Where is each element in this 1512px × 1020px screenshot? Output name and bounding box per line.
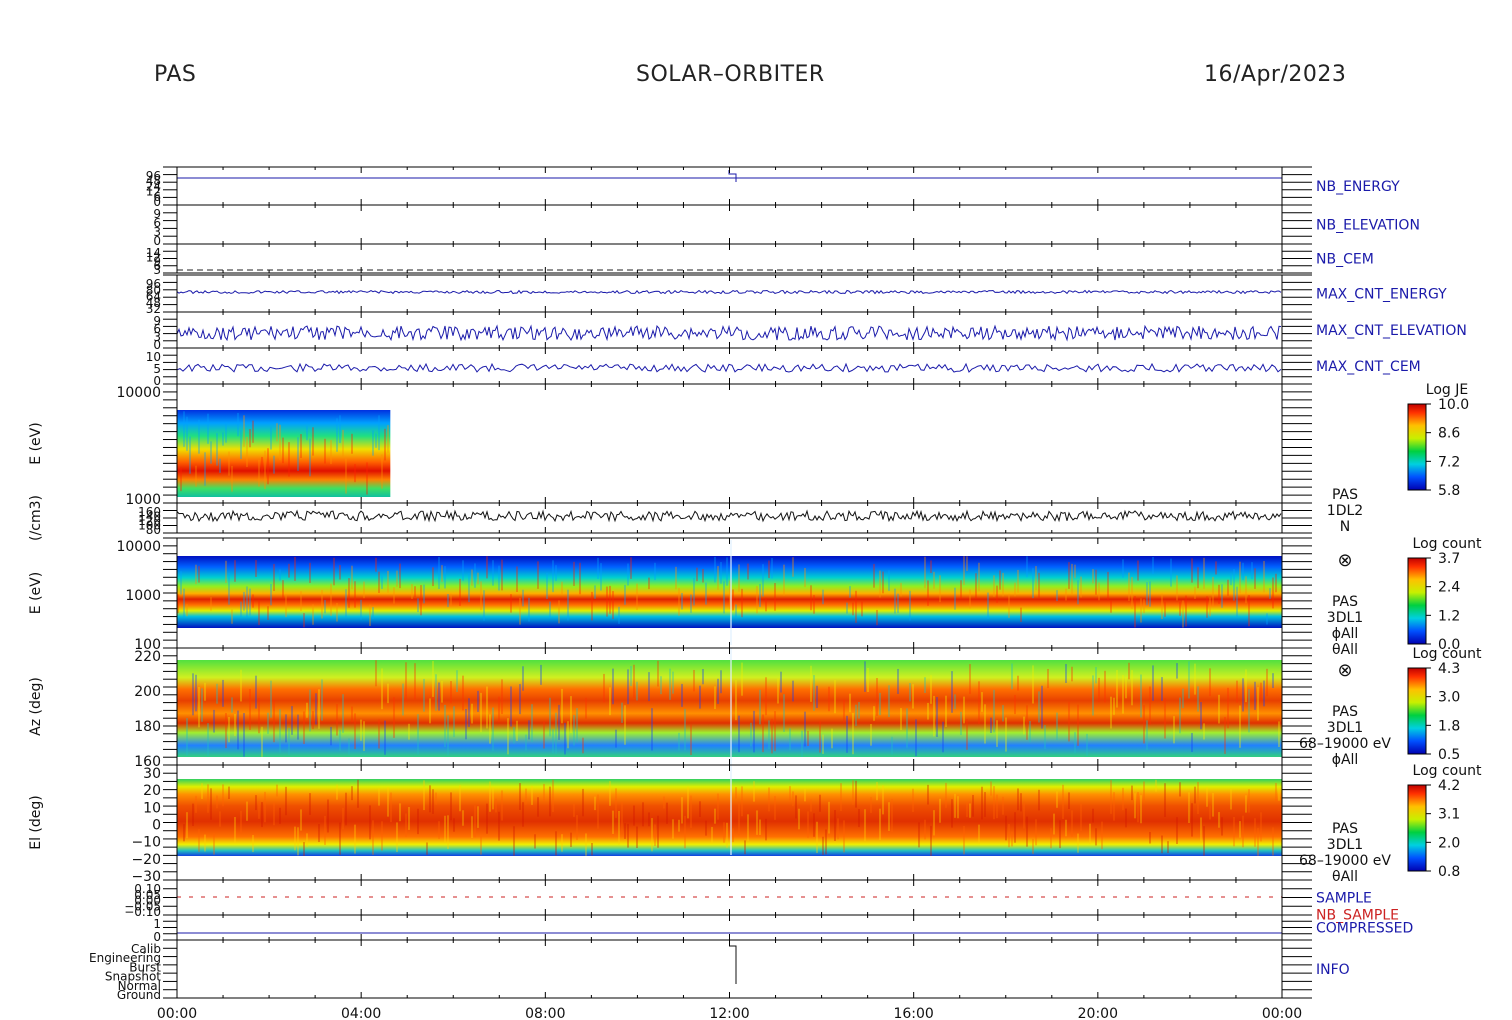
x-tick-label: 16:00 bbox=[893, 1006, 933, 1020]
y-axis-label: E (eV) bbox=[28, 572, 44, 614]
y-tick-label: 180 bbox=[134, 719, 161, 735]
side-label: N bbox=[1340, 519, 1350, 535]
colorbar-tick-label: 2.4 bbox=[1438, 580, 1460, 596]
side-label: PAS bbox=[1332, 487, 1358, 503]
colorbar bbox=[1407, 557, 1427, 645]
y-tick-label: 20 bbox=[143, 783, 161, 799]
colorbar-title: Log count bbox=[1413, 763, 1482, 779]
side-label: 3DL1 bbox=[1327, 610, 1363, 626]
colorbar-title: Log count bbox=[1413, 536, 1482, 552]
y-tick-label: 10000 bbox=[116, 385, 161, 401]
solar-orbiter-pas-summary-plot: 9648241260NB_ENERGY9630NB_ELEVATION14129… bbox=[28, 166, 1482, 1020]
colorbar-tick-label: 4.2 bbox=[1438, 778, 1460, 794]
y-tick-label: 80 bbox=[146, 523, 161, 537]
y-tick-label: −10 bbox=[131, 835, 161, 851]
colorbar-tick-label: 1.2 bbox=[1438, 608, 1460, 624]
series-line-5 bbox=[176, 362, 1282, 373]
colorbar-tick-label: 3.1 bbox=[1438, 807, 1460, 823]
colorbar-title: Log count bbox=[1413, 646, 1482, 662]
y-tick-label: 3 bbox=[153, 263, 161, 277]
side-label: θAll bbox=[1332, 642, 1358, 658]
panel-label: COMPRESSED bbox=[1316, 921, 1413, 937]
side-label: ϕAll bbox=[1332, 626, 1359, 642]
x-tick-label: 20:00 bbox=[1078, 1006, 1118, 1020]
side-label: PAS bbox=[1332, 594, 1358, 610]
colorbar bbox=[1407, 784, 1427, 872]
panel-label: MAX_CNT_ELEVATION bbox=[1316, 323, 1467, 339]
y-tick-label: 200 bbox=[134, 684, 161, 700]
panel-label: SAMPLE bbox=[1316, 891, 1372, 907]
nb-energy-step bbox=[728, 170, 737, 182]
y-axis-label: El (deg) bbox=[28, 795, 44, 850]
y-tick-label: 10000 bbox=[116, 539, 161, 555]
side-label: PAS bbox=[1332, 821, 1358, 837]
panel-frame-13 bbox=[176, 939, 1283, 999]
x-tick-label: 00:00 bbox=[157, 1006, 197, 1020]
colorbar-tick-label: 5.8 bbox=[1438, 483, 1460, 499]
side-label: 1DL2 bbox=[1327, 503, 1363, 519]
cross-field-icon: ⊗ bbox=[1337, 550, 1352, 571]
panel-label: MAX_CNT_ENERGY bbox=[1316, 287, 1447, 303]
panel-label: MAX_CNT_CEM bbox=[1316, 359, 1421, 375]
info-step bbox=[729, 945, 737, 984]
side-label: 3DL1 bbox=[1327, 720, 1363, 736]
side-label: θAll bbox=[1332, 869, 1358, 885]
side-label: ϕAll bbox=[1332, 752, 1359, 768]
y-tick-label: 30 bbox=[143, 766, 161, 782]
x-tick-label: 04:00 bbox=[341, 1006, 381, 1020]
panel-label: NB_CEM bbox=[1316, 252, 1374, 268]
colorbar-tick-label: 2.0 bbox=[1438, 835, 1460, 851]
x-tick-label: 00:00 bbox=[1262, 1006, 1302, 1020]
series-line-7 bbox=[176, 509, 1282, 523]
colorbar bbox=[1407, 667, 1427, 755]
colorbar-tick-label: 3.0 bbox=[1438, 690, 1460, 706]
x-tick-label: 08:00 bbox=[525, 1006, 565, 1020]
colorbar-tick-label: 4.3 bbox=[1438, 661, 1460, 677]
y-tick-label: 10 bbox=[143, 800, 161, 816]
x-tick-label: 12:00 bbox=[709, 1006, 749, 1020]
panel-label: NB_ENERGY bbox=[1316, 179, 1400, 195]
side-label: PAS bbox=[1332, 704, 1358, 720]
y-tick-label: 1000 bbox=[125, 588, 161, 604]
side-label: 68–19000 eV bbox=[1299, 736, 1391, 752]
colorbar-tick-label: 10.0 bbox=[1438, 397, 1469, 413]
colorbar-tick-label: 7.2 bbox=[1438, 454, 1460, 470]
colorbar bbox=[1407, 403, 1427, 491]
colorbar-tick-label: 0.5 bbox=[1438, 747, 1460, 763]
panel-label: INFO bbox=[1316, 962, 1350, 978]
y-tick-label: Ground bbox=[117, 988, 161, 1002]
colorbar-tick-label: 8.6 bbox=[1438, 426, 1460, 442]
y-axis-label: Az (deg) bbox=[28, 677, 44, 736]
side-label: 3DL1 bbox=[1327, 837, 1363, 853]
colorbar-tick-label: 0.8 bbox=[1438, 864, 1460, 880]
series-line-3 bbox=[176, 289, 1282, 295]
side-label: 68–19000 eV bbox=[1299, 853, 1391, 869]
colorbar-tick-label: 1.8 bbox=[1438, 718, 1460, 734]
series-line-4 bbox=[176, 324, 1282, 342]
colorbar-title: Log JE bbox=[1426, 382, 1468, 398]
y-axis-label: E (eV) bbox=[28, 422, 44, 464]
panel-label: NB_ELEVATION bbox=[1316, 218, 1420, 234]
y-tick-label: 220 bbox=[134, 649, 161, 665]
y-tick-label: 1 bbox=[153, 917, 161, 931]
y-tick-label: −20 bbox=[131, 852, 161, 868]
y-axis-label: (/cm3) bbox=[28, 495, 44, 541]
y-tick-label: 0 bbox=[152, 818, 161, 834]
colorbar-tick-label: 3.7 bbox=[1438, 551, 1460, 567]
cross-field-icon: ⊗ bbox=[1337, 660, 1352, 681]
